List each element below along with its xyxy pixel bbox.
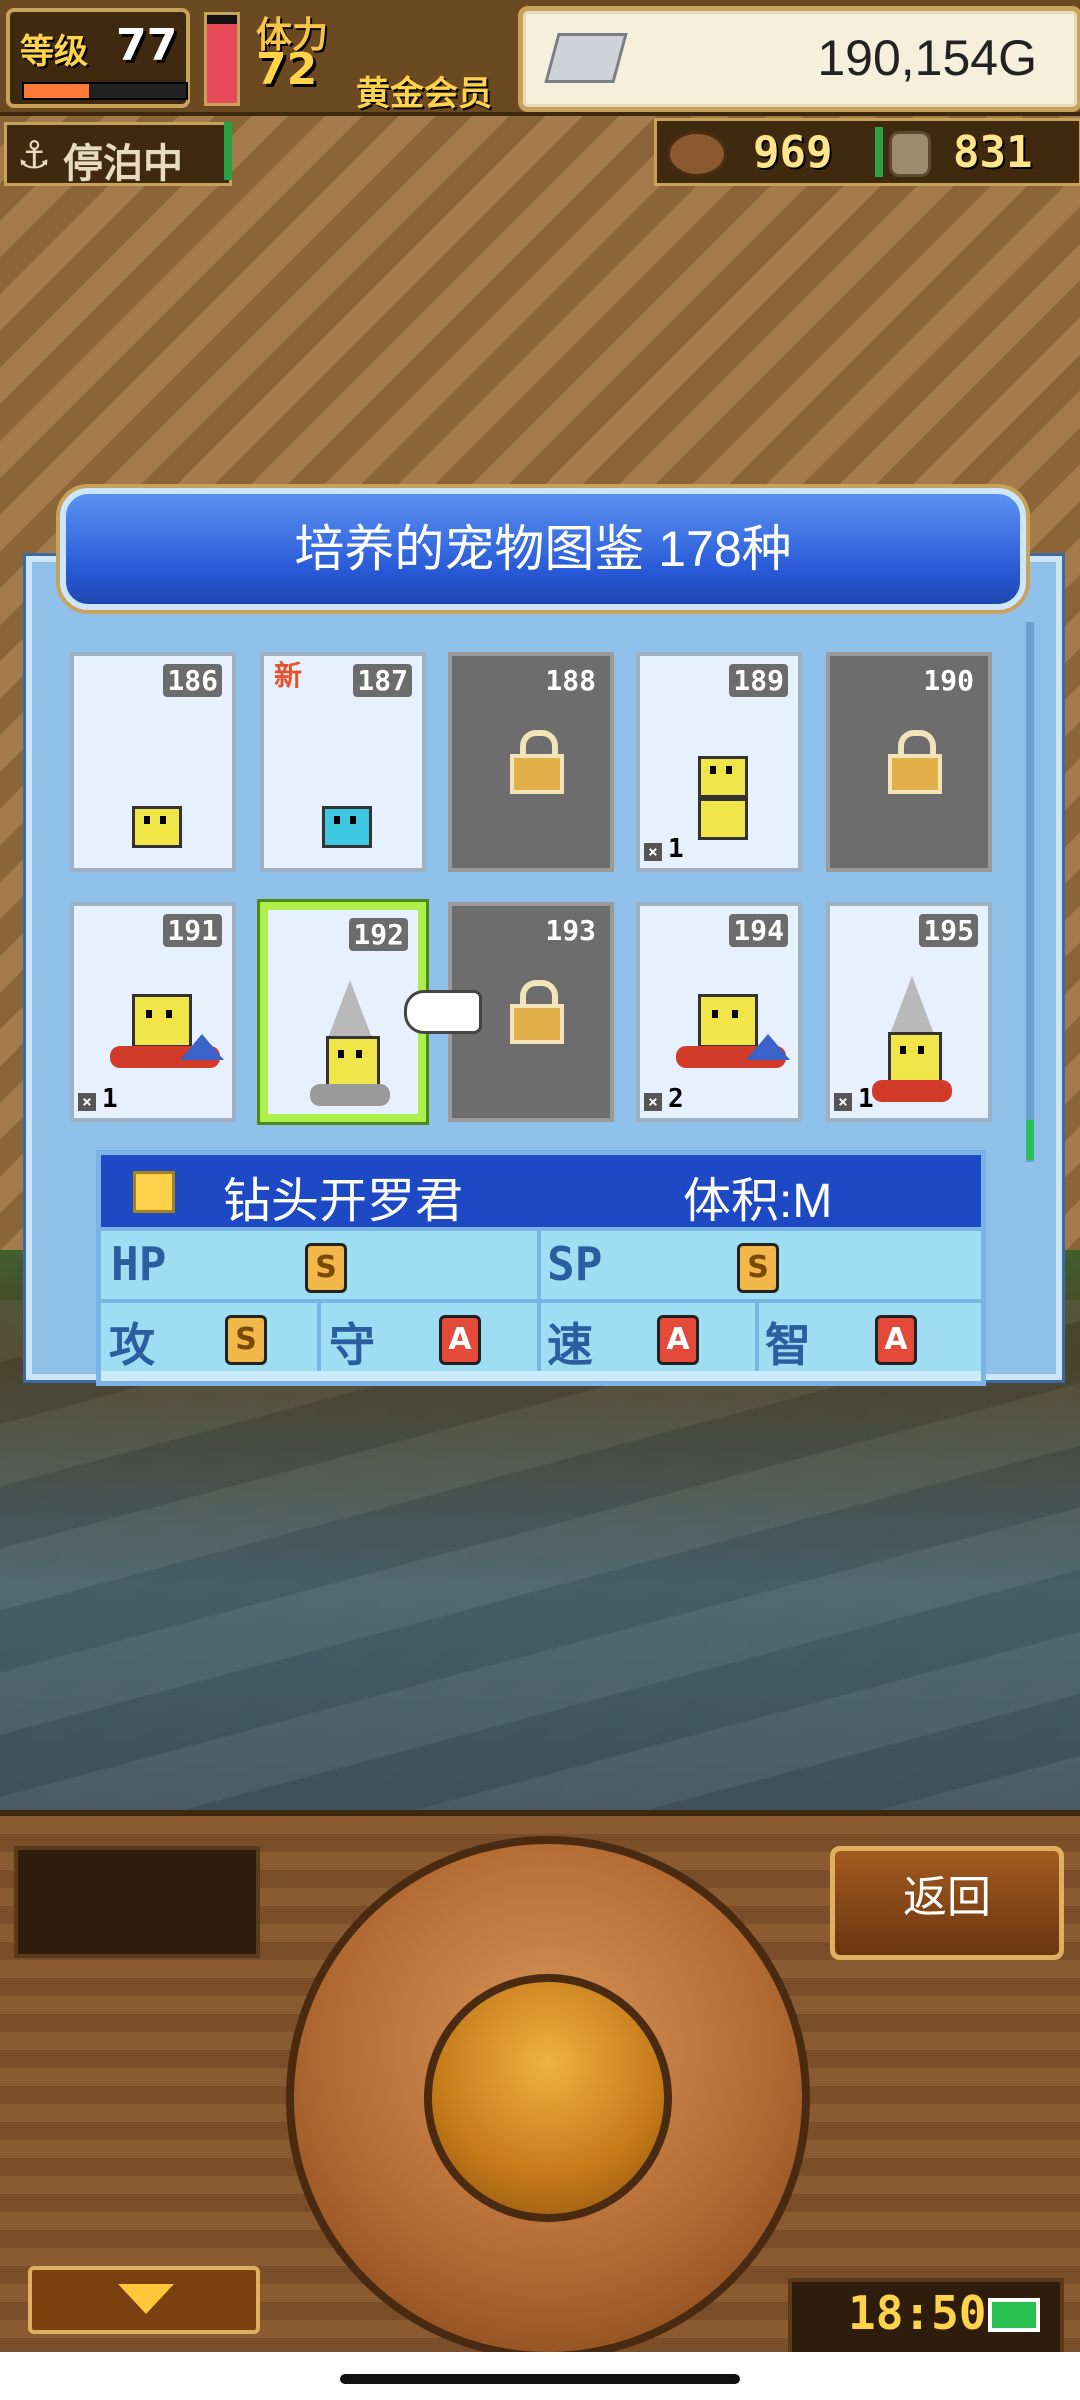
pet-name: 钻头开罗君 [223, 1175, 464, 1228]
owned-count: × 1 [834, 1084, 874, 1114]
stat-separator [537, 1303, 541, 1371]
stats-row-2: 攻 S 守 A 速 A 智 A [101, 1299, 981, 1372]
coin-icon [889, 131, 931, 177]
top-hud: 等级 77 体力 72 黄金会员 190,154G [0, 0, 1080, 116]
down-arrow-icon [118, 2284, 174, 2314]
pet-card-195[interactable]: 195 × 1 [826, 902, 992, 1122]
attack-grade: S [225, 1315, 267, 1365]
pet-number: 186 [163, 664, 222, 697]
resource1-value: 969 [753, 127, 833, 178]
silver-bar-icon [544, 33, 628, 83]
pet-card-189[interactable]: 189 × 1 [636, 652, 802, 872]
stamina-bar [204, 12, 240, 106]
stat-separator [537, 1231, 541, 1299]
pet-number: 189 [729, 664, 788, 697]
mooring-status-label: 停泊中 [63, 141, 183, 187]
pet-type-icon [133, 1171, 175, 1213]
scrollbar-thumb[interactable] [1026, 1120, 1034, 1160]
pet-number: 187 [353, 664, 412, 697]
stats-row-1: HP S SP S [101, 1227, 981, 1299]
sp-label: SP [547, 1237, 603, 1291]
resource2-value: 831 [953, 127, 1033, 178]
attack-label: 攻 [109, 1318, 155, 1372]
money-value: 190,154G [817, 30, 1037, 86]
pet-number: 190 [919, 664, 978, 697]
pet-card-194[interactable]: 194 × 2 [636, 902, 802, 1122]
status-indicator [224, 122, 232, 180]
money-box[interactable]: 190,154G [518, 6, 1080, 112]
pointing-hand-icon [404, 990, 482, 1034]
pet-size: 体积:M [683, 1175, 833, 1228]
mini-screen [14, 1846, 260, 1958]
anchor-icon: ⚓ [17, 133, 52, 177]
stat-separator [755, 1303, 759, 1371]
stamina-value: 72 [256, 44, 318, 95]
clock: 18:50 [848, 2286, 987, 2340]
resource-box: 969 831 [654, 118, 1080, 186]
hp-label: HP [111, 1237, 167, 1291]
battery-icon [988, 2298, 1040, 2332]
dialog-title: 培养的宠物图鉴 178种 [294, 521, 792, 577]
padlock-icon [510, 980, 564, 1044]
pet-number: 194 [729, 914, 788, 947]
level-label: 等级 [20, 32, 88, 72]
intellect-grade: A [875, 1315, 917, 1365]
xp-bar-fill [24, 84, 89, 98]
pet-number: 191 [163, 914, 222, 947]
defense-grade: A [439, 1315, 481, 1365]
clock-box: 18:50 [788, 2278, 1064, 2356]
pet-number: 192 [349, 918, 408, 951]
pet-number: 193 [541, 914, 600, 947]
scrollbar-track[interactable] [1026, 622, 1034, 1162]
pet-number: 188 [541, 664, 600, 697]
pet-card-190[interactable]: 190 [826, 652, 992, 872]
stat-separator [317, 1303, 321, 1371]
bread-icon [667, 131, 727, 177]
pet-info-box: 钻头开罗君 体积:M HP S SP S 攻 S 守 A 速 A 智 A [96, 1150, 986, 1386]
menu-toggle-button[interactable] [28, 2266, 260, 2334]
dialog-title-bar: 培养的宠物图鉴 178种 [60, 488, 1026, 610]
speed-grade: A [657, 1315, 699, 1365]
membership-badge: 黄金会员 [356, 74, 492, 114]
pet-info-header: 钻头开罗君 体积:M [101, 1155, 981, 1228]
defense-label: 守 [329, 1318, 375, 1372]
new-badge: 新 [274, 659, 303, 692]
level-value: 77 [116, 20, 178, 71]
pet-card-192[interactable]: 192 [260, 902, 426, 1122]
level-box: 等级 77 [6, 8, 190, 108]
home-indicator[interactable] [340, 2374, 740, 2384]
owned-count: × 2 [644, 1084, 684, 1114]
mooring-status[interactable]: ⚓ 停泊中 [4, 122, 232, 187]
pet-card-187[interactable]: 新 187 [260, 652, 426, 872]
hp-grade: S [305, 1243, 347, 1293]
resource-separator [875, 127, 883, 177]
owned-count: × 1 [644, 834, 684, 864]
stamina-bar-fill [207, 23, 237, 103]
back-button[interactable]: 返回 [830, 1846, 1064, 1960]
pet-card-188[interactable]: 188 [448, 652, 614, 872]
intellect-label: 智 [765, 1318, 811, 1372]
sp-grade: S [737, 1243, 779, 1293]
pet-number: 195 [919, 914, 978, 947]
pet-card-186[interactable]: 186 [70, 652, 236, 872]
dpad-center-button[interactable] [424, 1974, 672, 2222]
xp-bar [22, 82, 188, 100]
owned-count: × 1 [78, 1084, 118, 1114]
padlock-icon [888, 730, 942, 794]
padlock-icon [510, 730, 564, 794]
pet-card-191[interactable]: 191 × 1 [70, 902, 236, 1122]
speed-label: 速 [547, 1318, 593, 1372]
